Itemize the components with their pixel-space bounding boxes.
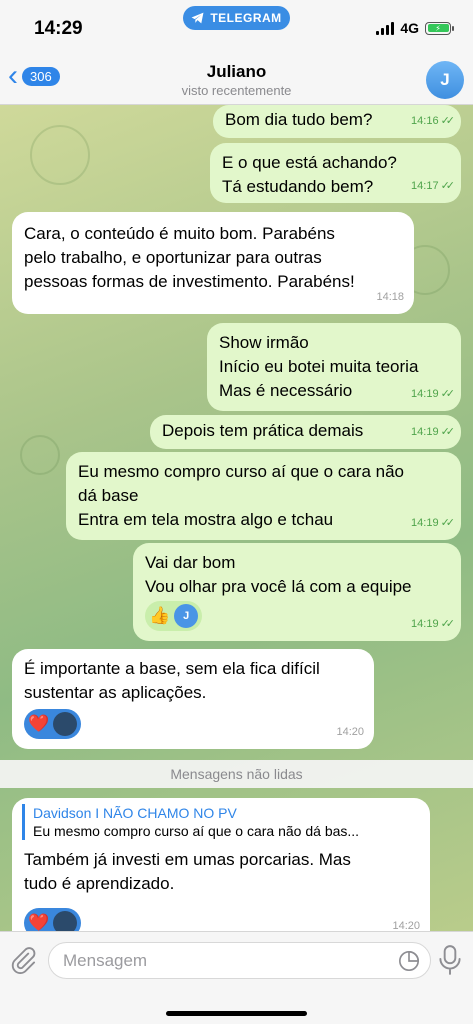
message-time: 14:17 (411, 180, 439, 192)
telegram-plane-icon (191, 12, 204, 24)
message-bubble-incoming[interactable]: É importante a base, sem ela fica difíci… (12, 649, 374, 749)
reply-author: Davidson I NÃO CHAMO NO PV (33, 805, 237, 821)
message-input[interactable]: Mensagem (48, 942, 431, 979)
reply-quote[interactable]: Davidson I NÃO CHAMO NO PV Eu mesmo comp… (22, 804, 420, 840)
reactor-avatar: J (174, 604, 199, 628)
message-bubble-outgoing[interactable]: Eu mesmo compro curso aí que o cara não … (66, 452, 461, 540)
paperclip-icon[interactable] (9, 946, 37, 974)
message-time: 14:20 (392, 920, 420, 931)
background-doodle (20, 435, 60, 475)
message-time: 14:19 (411, 388, 439, 400)
message-bubble-outgoing[interactable]: Bom dia tudo bem? 14:16 ✓✓ (213, 105, 461, 138)
message-meta: 14:20 (392, 914, 420, 931)
message-meta: 14:17 ✓✓ (411, 174, 456, 198)
message-text: Também já investi em umas porcarias. Mas (24, 850, 351, 869)
double-check-icon: ✓✓ (440, 618, 456, 630)
telegram-pill[interactable]: TELEGRAM (183, 6, 290, 30)
unread-messages-divider: Mensagens não lidas (0, 760, 473, 788)
message-text: Início eu botei muita teoria (219, 357, 419, 376)
message-text: sustentar as aplicações. (24, 683, 207, 702)
message-meta: 14:16 ✓✓ (411, 109, 456, 133)
message-time: 14:19 (411, 517, 439, 529)
message-bubble-outgoing[interactable]: Vai dar bom Vou olhar pra você lá com a … (133, 543, 461, 641)
message-time: 14:20 (336, 726, 364, 738)
sticker-icon[interactable] (398, 950, 420, 972)
message-text: pelo trabalho, e oportunizar para outras (24, 248, 322, 267)
message-time: 14:19 (411, 618, 439, 630)
message-text: E o que está achando? (222, 153, 397, 172)
message-text: dá base (78, 486, 139, 505)
double-check-icon: ✓✓ (440, 426, 456, 438)
reply-preview: Eu mesmo compro curso aí que o cara não … (33, 823, 360, 839)
message-time: 14:19 (411, 426, 439, 438)
message-meta: 14:19 ✓✓ (411, 382, 456, 406)
message-bubble-outgoing[interactable]: Show irmão Início eu botei muita teoria … (207, 323, 461, 411)
status-indicators: 4G ⚡ (376, 20, 454, 36)
message-text: É importante a base, sem ela fica difíci… (24, 659, 320, 678)
message-bubble-outgoing[interactable]: E o que está achando? Tá estudando bem? … (210, 143, 461, 203)
double-check-icon: ✓✓ (440, 517, 456, 529)
reaction-chip[interactable]: ❤️ (24, 908, 82, 931)
heart-icon: ❤️ (28, 913, 50, 931)
message-text: pessoas formas de investimento. Parabéns… (24, 272, 355, 291)
signal-icon (376, 21, 395, 35)
message-text: tudo é aprendizado. (24, 874, 175, 893)
message-text: Eu mesmo compro curso aí que o cara não (78, 462, 404, 481)
reaction-chip[interactable]: ❤️ (24, 709, 82, 739)
home-indicator (166, 1011, 307, 1016)
double-check-icon: ✓✓ (440, 388, 456, 400)
message-bubble-incoming[interactable]: Davidson I NÃO CHAMO NO PV Eu mesmo comp… (12, 798, 430, 931)
microphone-icon[interactable] (437, 944, 463, 976)
reaction-chip[interactable]: 👍 J (145, 601, 203, 631)
message-bubble-outgoing[interactable]: Depois tem prática demais 14:19 ✓✓ (150, 415, 461, 449)
heart-icon: ❤️ (28, 714, 50, 733)
reactor-avatar (53, 911, 78, 931)
message-text: Entra em tela mostra algo e tchau (78, 510, 334, 529)
message-text: Show irmão (219, 333, 309, 352)
message-meta: 14:19 ✓✓ (411, 511, 456, 535)
reactor-avatar (53, 712, 78, 736)
message-input-placeholder: Mensagem (63, 951, 148, 970)
double-check-icon: ✓✓ (440, 180, 456, 192)
contact-avatar[interactable]: J (426, 61, 464, 99)
chat-area[interactable]: Bom dia tudo bem? 14:16 ✓✓ E o que está a… (0, 105, 473, 931)
message-meta: 14:19 ✓✓ (411, 420, 456, 444)
message-text: Depois tem prática demais (162, 421, 364, 440)
chat-status: visto recentemente (181, 83, 292, 98)
message-time: 14:18 (376, 291, 404, 303)
message-text: Cara, o conteúdo é muito bom. Parabéns (24, 224, 335, 243)
message-meta: 14:18 (376, 285, 404, 309)
network-type: 4G (400, 20, 419, 36)
battery-icon: ⚡ (425, 21, 454, 35)
top-bar: 14:29 TELEGRAM 4G ⚡ ‹ 306 Juliano visto … (0, 0, 473, 105)
chat-title[interactable]: Juliano (0, 62, 473, 82)
status-time: 14:29 (34, 18, 83, 39)
message-time: 14:16 (411, 115, 439, 127)
message-text: Vou olhar pra você lá com a equipe (145, 577, 412, 596)
background-doodle (30, 125, 90, 185)
message-bubble-incoming[interactable]: Cara, o conteúdo é muito bom. Parabéns p… (12, 212, 414, 314)
message-text: Vai dar bom (145, 553, 236, 572)
thumbs-up-icon: 👍 (149, 606, 171, 625)
double-check-icon: ✓✓ (440, 115, 456, 127)
composer-bar: Mensagem (0, 931, 473, 1024)
message-meta: 14:20 (336, 720, 364, 744)
telegram-pill-label: TELEGRAM (210, 11, 282, 25)
message-meta: 14:19 ✓✓ (411, 612, 456, 636)
